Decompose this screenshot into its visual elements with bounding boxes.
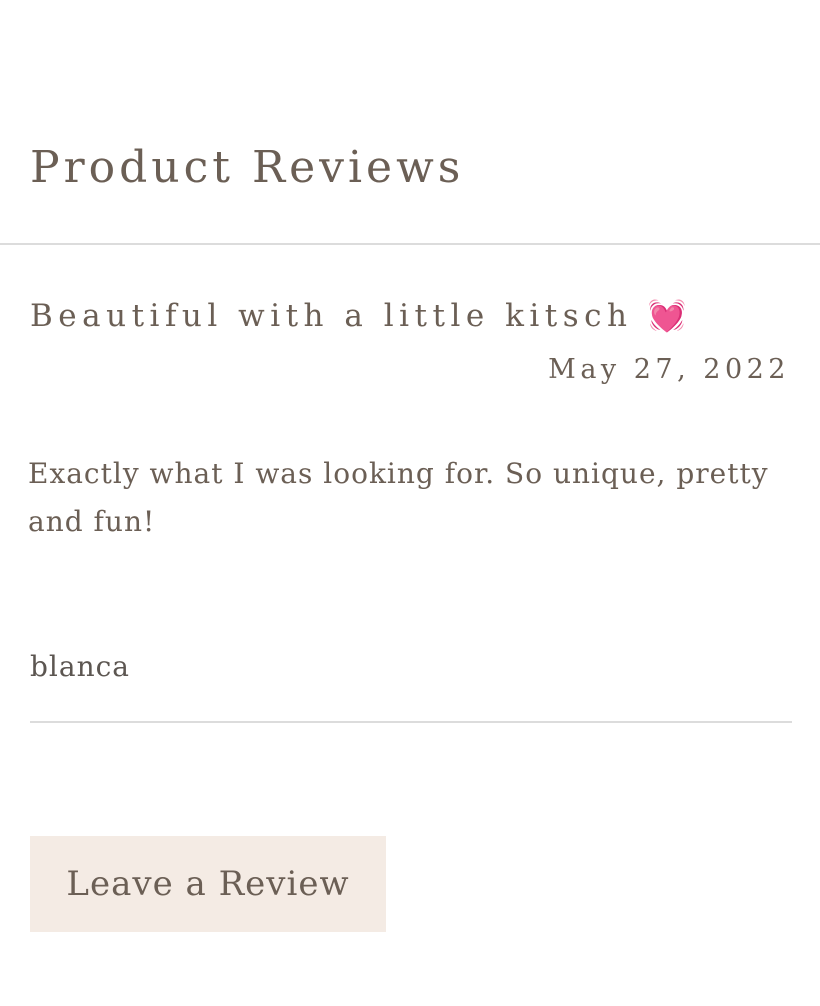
review-author: blanca xyxy=(30,650,130,683)
review-title-text: Beautiful with a little kitsch xyxy=(30,298,633,334)
review-divider xyxy=(30,721,792,723)
review-title: Beautiful with a little kitsch 💓 xyxy=(30,292,686,340)
review-date: May 27, 2022 xyxy=(548,354,790,385)
page-title: Product Reviews xyxy=(30,142,465,193)
section-divider xyxy=(0,243,820,245)
leave-review-button[interactable]: Leave a Review xyxy=(30,836,386,932)
review-body: Exactly what I was looking for. So uniqu… xyxy=(28,457,769,538)
beating-heart-emoji: 💓 xyxy=(647,298,687,334)
